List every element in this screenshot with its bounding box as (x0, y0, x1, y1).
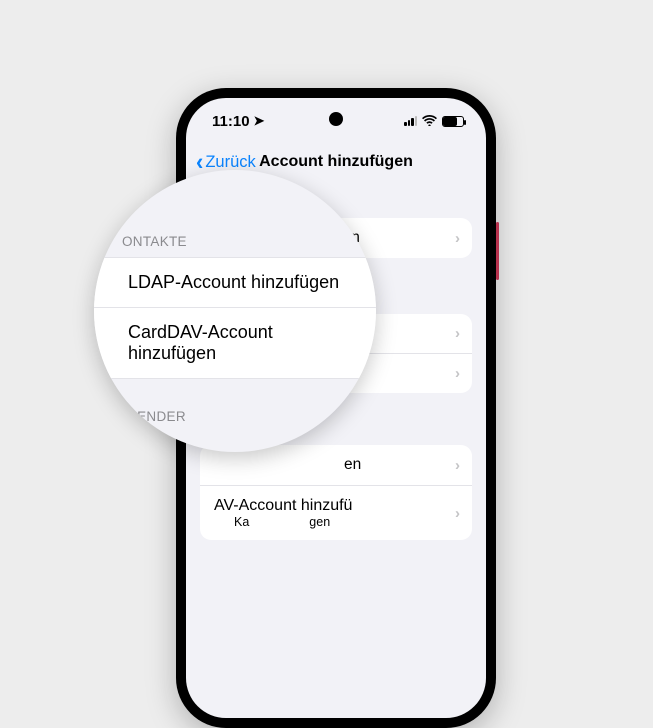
side-button (496, 222, 499, 280)
canvas: 11:10 ➤ ‹ Zurück Account hinzufügen (0, 0, 653, 653)
battery-icon (442, 116, 464, 127)
chevron-right-icon: › (455, 325, 460, 342)
row-label: AV-Account hinzufü Ka gen (214, 497, 352, 529)
chevron-right-icon: › (455, 230, 460, 247)
chevron-right-icon: › (455, 505, 460, 522)
wifi-icon (422, 113, 437, 130)
cellular-icon (404, 116, 417, 126)
status-left: 11:10 ➤ (212, 113, 264, 130)
list-item[interactable]: AV-Account hinzufü Ka gen › (200, 485, 472, 540)
status-right (404, 113, 464, 130)
zoom-group-kontakte: LDAP-Account hinzufügen CardDAV-Account … (94, 257, 376, 379)
page-title: Account hinzufügen (259, 153, 413, 171)
chevron-left-icon: ‹ (196, 150, 203, 174)
row-label: en (214, 456, 361, 474)
front-camera (329, 112, 343, 126)
status-time: 11:10 (212, 113, 250, 130)
magnifier: ONTAKTE LDAP-Account hinzufügen CardDAV-… (94, 170, 376, 452)
row-label: LDAP-Account hinzufügen (128, 272, 339, 293)
chevron-right-icon: › (455, 365, 460, 382)
add-ldap-account-button[interactable]: LDAP-Account hinzufügen (94, 258, 376, 307)
add-carddav-account-button[interactable]: CardDAV-Account hinzufügen (94, 307, 376, 378)
back-label: Zurück (205, 153, 255, 172)
row-label: CardDAV-Account hinzufügen (128, 322, 360, 364)
location-icon: ➤ (254, 113, 265, 129)
chevron-right-icon: › (455, 457, 460, 474)
group-kalender-bg: en › AV-Account hinzufü Ka gen › (200, 445, 472, 540)
